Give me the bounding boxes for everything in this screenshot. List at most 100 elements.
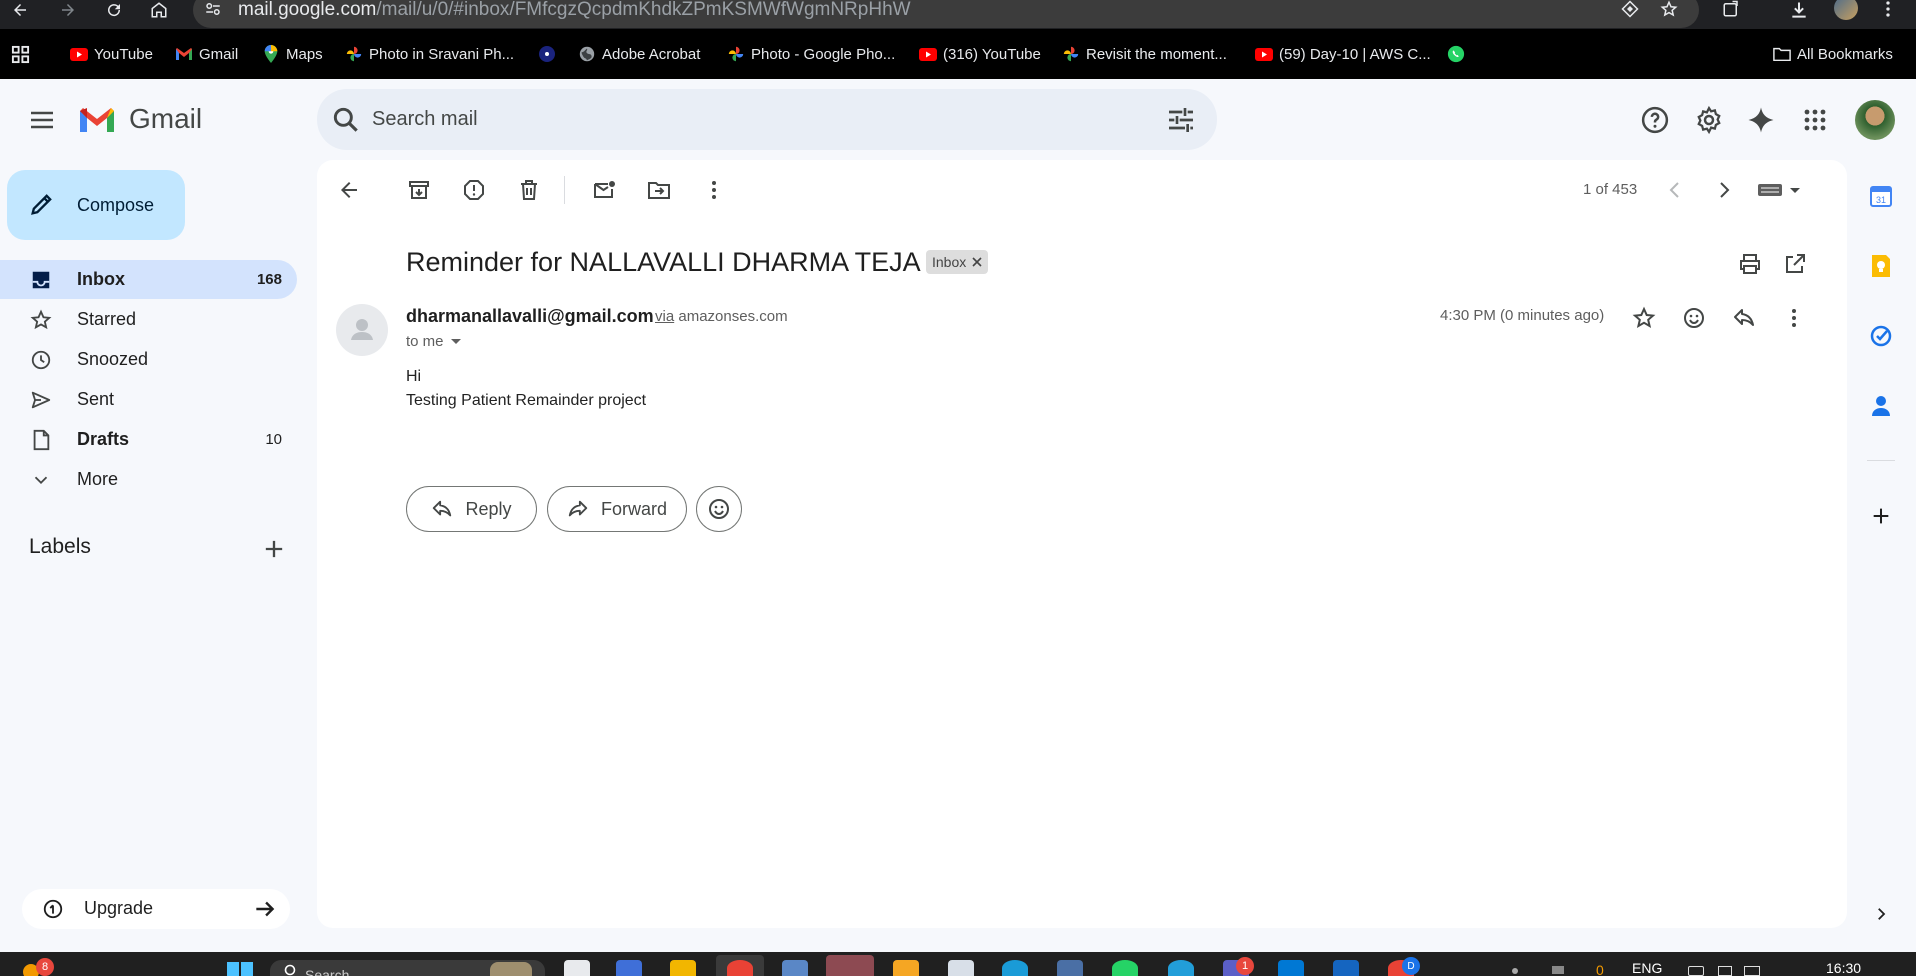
bookmark-youtube[interactable]: YouTube [70, 42, 153, 66]
store-icon[interactable] [782, 960, 808, 976]
notepad-icon[interactable] [948, 960, 974, 976]
close-icon[interactable] [972, 257, 982, 267]
back-to-inbox-icon[interactable] [337, 178, 361, 202]
apps-grid-icon[interactable] [11, 45, 30, 64]
battery-icon[interactable] [1744, 966, 1760, 976]
mark-unread-icon[interactable] [592, 178, 616, 202]
settings-gear-icon[interactable] [1689, 100, 1729, 140]
main-menu-icon[interactable] [22, 100, 62, 140]
archive-icon[interactable] [407, 178, 431, 202]
star-message-icon[interactable] [1632, 306, 1656, 330]
chatgpt-icon[interactable] [826, 955, 874, 976]
newer-chevron-icon[interactable] [1663, 178, 1687, 202]
gmail-logo-icon[interactable] [77, 105, 117, 135]
keep-icon[interactable] [1863, 248, 1899, 284]
extensions-icon[interactable] [1720, 0, 1742, 18]
reload-icon[interactable] [100, 0, 128, 20]
bookmark-revisit-moment[interactable]: Revisit the moment... [1062, 42, 1227, 66]
move-to-icon[interactable] [647, 178, 671, 202]
youtube-icon [1255, 45, 1273, 63]
tasks-icon[interactable] [1863, 318, 1899, 354]
copilot-icon[interactable] [616, 960, 642, 976]
outlook-icon[interactable] [1333, 960, 1359, 976]
send-icon [30, 389, 52, 411]
open-in-new-window-icon[interactable] [1783, 252, 1807, 276]
calendar-icon[interactable]: 31 [1863, 178, 1899, 214]
message-body-line: Hi [406, 368, 422, 385]
home-icon[interactable] [145, 0, 173, 20]
extension-icon[interactable] [1620, 0, 1640, 18]
task-view-icon[interactable] [564, 960, 590, 976]
label-chip-text: Inbox [932, 254, 967, 270]
via-link[interactable]: via [655, 308, 674, 325]
bookmark-aws-day10[interactable]: (59) Day-10 | AWS C... [1255, 42, 1431, 66]
input-tools-keyboard-icon[interactable] [1756, 178, 1804, 202]
forward-icon[interactable] [54, 0, 82, 20]
browser-menu-icon[interactable] [1884, 0, 1892, 18]
bookmark-photos-sravani[interactable]: Photo in Sravani Ph... [345, 42, 514, 66]
forward-button[interactable]: Forward [547, 486, 687, 532]
contacts-icon[interactable] [1863, 388, 1899, 424]
recipient-details[interactable]: to me [406, 333, 462, 350]
reply-button[interactable]: Reply [406, 486, 537, 532]
add-label-icon[interactable] [260, 535, 288, 563]
chrome-icon[interactable] [727, 960, 753, 976]
url-text[interactable]: mail.google.com/mail/u/0/#inbox/FMfcgzQc… [238, 0, 911, 21]
back-icon[interactable] [6, 0, 34, 20]
teams-badge: 1 [1236, 957, 1254, 975]
tray-overflow-icon[interactable] [1512, 968, 1518, 974]
emoji-react-button[interactable] [696, 486, 742, 532]
bookmark-gmail[interactable]: Gmail [175, 42, 238, 66]
edge-icon[interactable] [1002, 960, 1028, 976]
bookmark-astronomy[interactable] [538, 42, 562, 66]
volume-icon[interactable] [1718, 966, 1732, 976]
language-indicator[interactable]: ENG [1632, 960, 1662, 976]
bookmark-star-icon[interactable] [1659, 0, 1679, 18]
bookmark-adobe-acrobat[interactable]: Adobe Acrobat [578, 42, 700, 66]
all-bookmarks[interactable]: All Bookmarks [1773, 42, 1893, 66]
maps-icon [262, 45, 280, 63]
search-icon[interactable] [330, 104, 362, 136]
bookmark-whatsapp[interactable] [1447, 42, 1471, 66]
network-app-icon[interactable] [1057, 960, 1083, 976]
gmail-logo-text[interactable]: Gmail [129, 103, 202, 135]
tray-wifi-icon[interactable] [1552, 966, 1564, 974]
reply-icon[interactable] [1732, 306, 1756, 330]
network-icon[interactable] [1688, 966, 1704, 976]
upgrade-label: Upgrade [84, 898, 154, 918]
print-icon[interactable] [1738, 252, 1762, 276]
search-options-icon[interactable] [1165, 104, 1197, 136]
telegram-icon[interactable] [1168, 960, 1194, 976]
site-info-icon[interactable] [204, 0, 222, 18]
url-path: /mail/u/0/#inbox/FMfcgzQcpdmKhdkZPmKSMWf… [376, 0, 911, 20]
expand-side-panel-icon[interactable] [1863, 896, 1899, 932]
gemini-sparkle-icon[interactable] [1741, 100, 1781, 140]
bookmark-maps[interactable]: Maps [262, 42, 323, 66]
sticky-app-icon[interactable] [893, 960, 919, 976]
more-options-icon[interactable] [702, 178, 726, 202]
report-spam-icon[interactable] [462, 178, 486, 202]
start-windows-icon[interactable] [227, 962, 253, 976]
sender-email[interactable]: dharmanallavalli@gmail.com [406, 306, 654, 327]
whatsapp-taskbar-icon[interactable] [1112, 960, 1138, 976]
download-icon[interactable] [1788, 0, 1810, 20]
sender-avatar[interactable] [336, 304, 388, 356]
inbox-label-chip[interactable]: Inbox [926, 250, 989, 274]
clock-time[interactable]: 16:30 [1826, 960, 1861, 976]
bookmark-google-photos[interactable]: Photo - Google Pho... [727, 42, 895, 66]
via-domain: amazonses.com [678, 308, 788, 325]
google-apps-icon[interactable] [1795, 100, 1835, 140]
vscode-icon[interactable] [1278, 960, 1304, 976]
emoji-reaction-icon[interactable] [1682, 306, 1706, 330]
get-addons-plus-icon[interactable] [1863, 498, 1899, 534]
bookmark-316-youtube[interactable]: (316) YouTube [919, 42, 1041, 66]
caret-down-icon[interactable] [450, 338, 462, 346]
older-chevron-icon[interactable] [1712, 178, 1736, 202]
search-input[interactable]: Search mail [372, 108, 478, 131]
message-more-icon[interactable] [1782, 306, 1806, 330]
support-icon[interactable] [1635, 100, 1675, 140]
file-explorer-icon[interactable] [670, 960, 696, 976]
photos-icon [1062, 45, 1080, 63]
account-avatar[interactable] [1855, 100, 1895, 140]
delete-icon[interactable] [517, 178, 541, 202]
